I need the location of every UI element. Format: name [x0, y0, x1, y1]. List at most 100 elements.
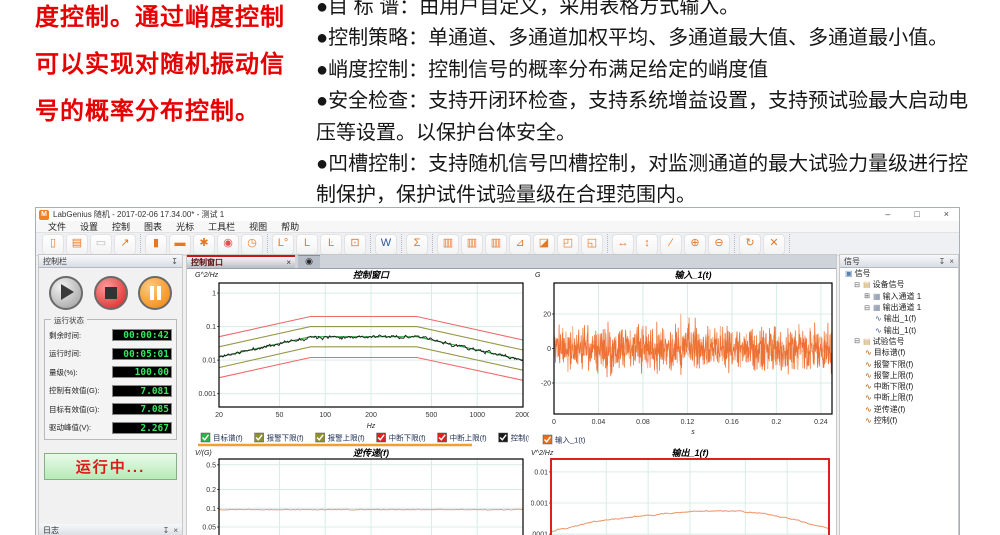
plot[interactable]: 20501002005001000200010.10.010.001控制窗口G^…	[191, 269, 529, 447]
menu-item-3[interactable]: 图表	[137, 220, 169, 233]
tree-item-label: 信号	[855, 268, 871, 279]
toolbar-refresh-button[interactable]: ↻	[739, 234, 761, 255]
transport-controls	[39, 268, 182, 310]
tree-item-4[interactable]: ∿输出_1(f)	[840, 313, 958, 324]
menu-item-4[interactable]: 光标	[169, 220, 201, 233]
toolbar-output-device-button[interactable]: ▬	[169, 234, 191, 255]
toolbar-export-button[interactable]: ↗	[114, 234, 136, 255]
toolbar-new-file-button[interactable]: ▯	[42, 234, 64, 255]
svg-text:1: 1	[212, 291, 216, 298]
svg-text:输入_1(t): 输入_1(t)	[674, 270, 711, 280]
pin-icon[interactable]: ↧	[939, 257, 946, 266]
stop-button[interactable]	[94, 276, 128, 310]
toolbar-zoom-out-button[interactable]: ⊖	[708, 234, 730, 255]
plot[interactable]: 00.040.080.120.160.20.24200-20输入_1(t)Gs输…	[531, 269, 834, 447]
collapse-icon[interactable]: ⊟	[853, 281, 861, 289]
plot[interactable]: 0.010.0010.0001输出_1(f)V^2/Hz	[531, 447, 834, 535]
toolbar-span-horizontal-button[interactable]: ↔	[612, 234, 634, 255]
menu-item-0[interactable]: 文件	[41, 220, 73, 233]
probe-icon: ∿	[865, 360, 872, 369]
menu-item-5[interactable]: 工具栏	[201, 220, 242, 233]
tree-item-10[interactable]: ∿中断下限(f)	[840, 381, 958, 392]
toolbar-copy-window-button[interactable]: ⊡	[344, 234, 366, 255]
tree-item-5[interactable]: ∿输出_1(t)	[840, 324, 958, 335]
toolbar-clock-button[interactable]: ◷	[241, 234, 263, 255]
toolbar-sum-analysis-button[interactable]: Σ	[406, 234, 428, 255]
toolbar-group: ↻✕	[735, 234, 790, 255]
status-label: 剩余时间:	[49, 330, 81, 341]
collapse-icon[interactable]: ⊟	[863, 304, 871, 312]
tree-item-9[interactable]: ∿报警上限(f)	[840, 370, 958, 381]
legend-checkbox[interactable]	[255, 433, 264, 442]
run-status-title: 运行状态	[51, 315, 87, 326]
running-status-banner: 运行中...	[44, 453, 177, 480]
log-panel-title: 日志	[43, 525, 159, 535]
tree-item-13[interactable]: ∿控制(f)	[840, 415, 958, 426]
toolbar-cursor-l1-button[interactable]: L°	[272, 234, 294, 255]
tree-item-6[interactable]: ⊟▤试验信号	[840, 336, 958, 347]
tree-item-3[interactable]: ⊟▦输出通道 1	[840, 302, 958, 313]
toolbar-chart-report-button[interactable]: ◪	[533, 234, 555, 255]
svg-text:1000: 1000	[469, 412, 485, 419]
toolbar-chart-bars-1-button[interactable]: ▥	[437, 234, 459, 255]
legend-checkbox[interactable]	[499, 433, 508, 442]
restore-button[interactable]: □	[914, 209, 919, 219]
legend-checkbox[interactable]	[316, 433, 325, 442]
svg-text:Hz: Hz	[367, 423, 376, 430]
tree-item-11[interactable]: ∿中断上限(f)	[840, 392, 958, 403]
legend-checkbox[interactable]	[377, 433, 386, 442]
tree-item-0[interactable]: ▣信号	[840, 268, 958, 279]
close-button[interactable]: ×	[944, 209, 949, 219]
tree-item-7[interactable]: ∿目标谱(f)	[840, 347, 958, 358]
toolbar-chart-axes-button[interactable]: ⊿	[509, 234, 531, 255]
menu-item-7[interactable]: 帮助	[274, 220, 306, 233]
toolbar-save-button[interactable]: ▤	[66, 234, 88, 255]
svg-text:0.08: 0.08	[636, 419, 650, 426]
toolbar-layout-dual-button[interactable]: ◰	[557, 234, 579, 255]
play-button[interactable]	[49, 276, 83, 310]
tree-item-8[interactable]: ∿报警下限(f)	[840, 358, 958, 369]
toolbar-cursor-l3-button[interactable]: Ŀ	[320, 234, 342, 255]
toolbar-open-button[interactable]: ▭	[90, 234, 112, 255]
status-row: 驱动峰值(V):2.267	[49, 422, 172, 434]
legend-checkbox[interactable]	[201, 433, 210, 442]
toolbar: ▯▤▭↗▮▬✱◉◷L°LĿ⊡WΣ▥▥▥⊿◪◰◱↔↕∕⊕⊖↻✕	[36, 233, 959, 256]
toolbar-span-slope-button[interactable]: ∕	[660, 234, 682, 255]
tree-item-2[interactable]: ⊞▦输入通道 1	[840, 291, 958, 302]
toolbar-chart-bars-2-button[interactable]: ▥	[461, 234, 483, 255]
close-icon[interactable]: ×	[173, 526, 178, 535]
group-icon: ▤	[863, 337, 871, 346]
tree-item-12[interactable]: ∿逆传递(f)	[840, 404, 958, 415]
collapse-icon[interactable]: ⊟	[853, 337, 861, 345]
menu-item-6[interactable]: 视图	[242, 220, 274, 233]
toolbar-zoom-in-button[interactable]: ⊕	[684, 234, 706, 255]
pause-button[interactable]	[138, 276, 172, 310]
signal-icon: ∿	[875, 314, 882, 323]
toolbar-layout-grid-button[interactable]: ◱	[581, 234, 603, 255]
menu-item-2[interactable]: 控制	[105, 220, 137, 233]
toolbar-autoscale-button[interactable]: ✕	[763, 234, 785, 255]
close-icon[interactable]: ×	[949, 257, 954, 266]
capture-tab[interactable]: ◉	[298, 255, 320, 268]
group-icon: ▤	[863, 280, 871, 289]
toolbar-input-device-button[interactable]: ▮	[145, 234, 167, 255]
legend-checkbox[interactable]	[543, 435, 552, 444]
toolbar-export-word-button[interactable]: W	[375, 234, 397, 255]
toolbar-span-vertical-button[interactable]: ↕	[636, 234, 658, 255]
tab-control-window[interactable]: 控制窗口 ×	[187, 255, 295, 268]
status-row: 量级(%):100.00	[49, 366, 172, 378]
toolbar-settings-gear-button[interactable]: ✱	[193, 234, 215, 255]
menu-item-1[interactable]: 设置	[73, 220, 105, 233]
tree-item-label: 中断上限(f)	[874, 392, 914, 403]
pin-icon[interactable]: ↧	[171, 257, 178, 266]
tree-item-1[interactable]: ⊟▤设备信号	[840, 279, 958, 290]
toolbar-cursor-l2-button[interactable]: L	[296, 234, 318, 255]
legend-checkbox[interactable]	[438, 433, 447, 442]
toolbar-schedule-disc-button[interactable]: ◉	[217, 234, 239, 255]
pin-icon[interactable]: ↧	[163, 526, 170, 535]
toolbar-chart-bars-3-button[interactable]: ▥	[485, 234, 507, 255]
tab-close-icon[interactable]: ×	[286, 258, 291, 267]
minimize-button[interactable]: –	[885, 209, 890, 219]
expand-icon[interactable]: ⊞	[863, 292, 871, 300]
plot[interactable]: 0.50.20.10.05逆传递(f)V/(G)	[191, 447, 529, 535]
